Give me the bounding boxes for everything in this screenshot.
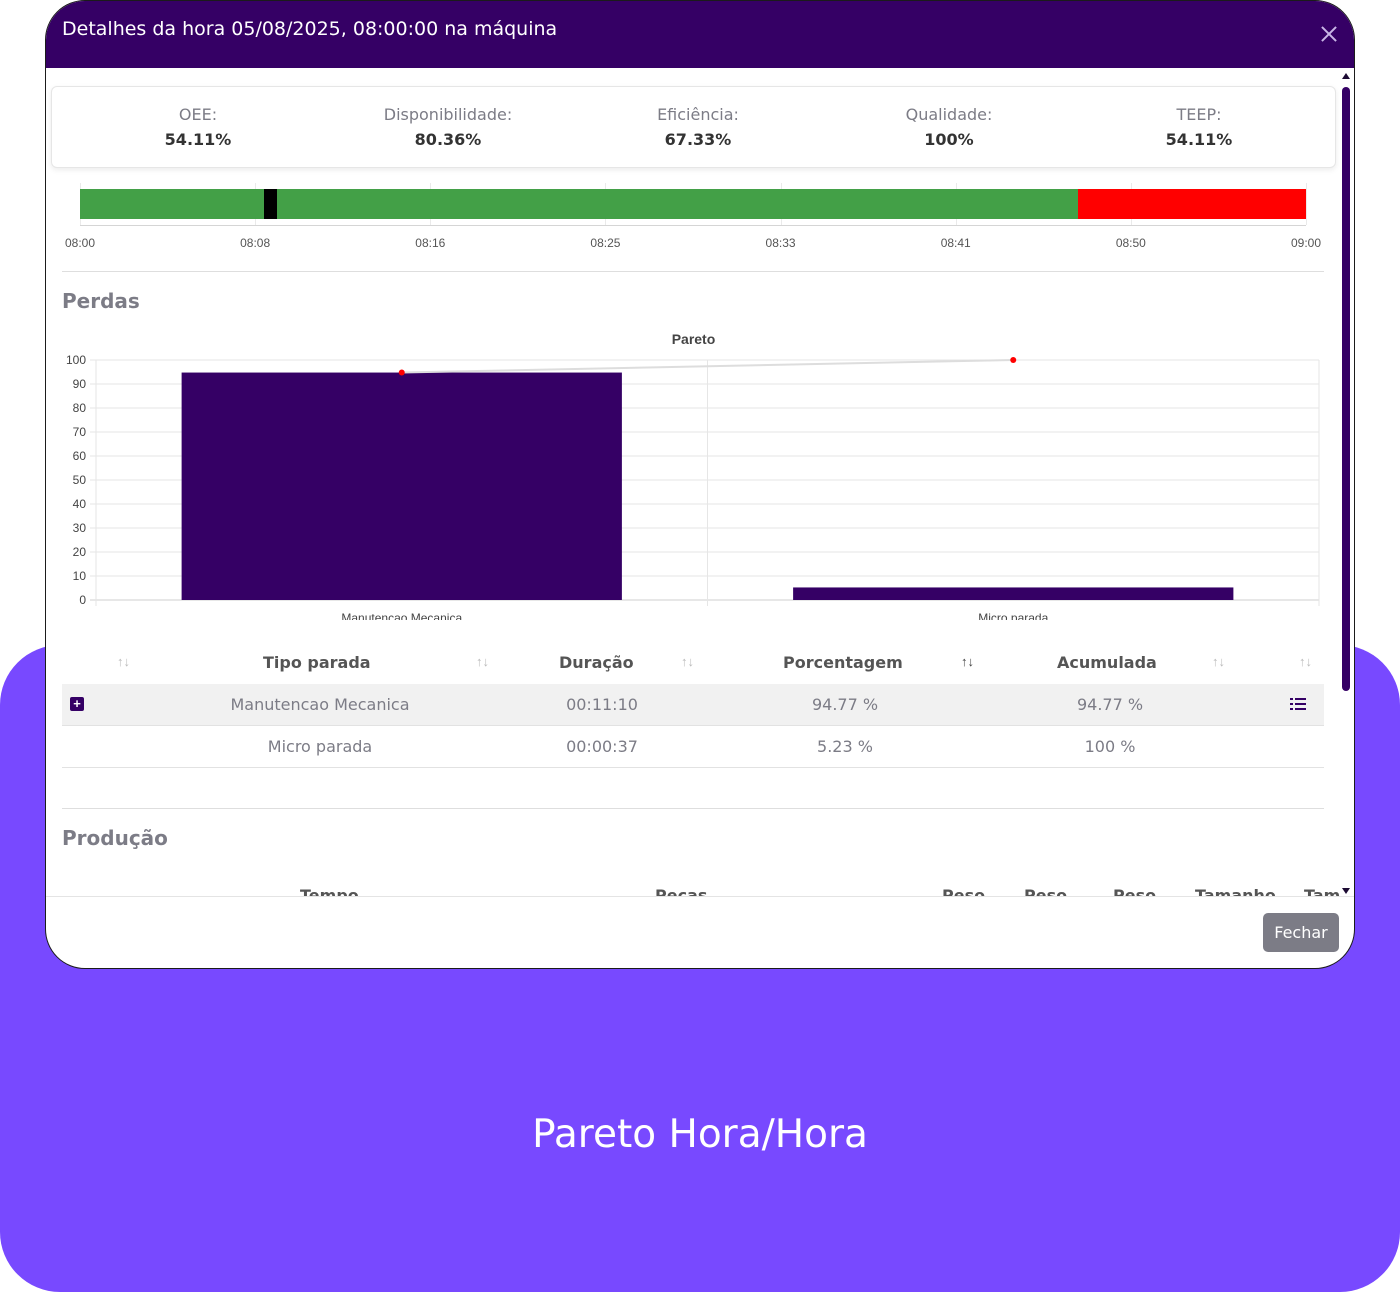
cell-duracao: 00:11:10: [566, 695, 638, 714]
timeline-tick-label: 08:25: [590, 236, 621, 250]
col-acumulada[interactable]: Acumulada: [1057, 653, 1157, 672]
hour-details-modal: Detalhes da hora 05/08/2025, 08:00:00 na…: [45, 0, 1355, 969]
state-timeline[interactable]: 08:00 08:08 08:16 08:25 08:33 08:41 08:50 09:00: [46, 183, 1336, 263]
y-tick-label: 80: [73, 401, 87, 415]
kpi-value: 100%: [924, 130, 974, 149]
y-tick-label: 0: [79, 593, 86, 607]
list-icon[interactable]: [1290, 697, 1306, 711]
kpi-label: Eficiência:: [657, 105, 739, 124]
kpi-label: Disponibilidade:: [383, 105, 513, 124]
divider: [62, 271, 1324, 272]
col-peso[interactable]: Peso: [942, 886, 985, 896]
timeline-tick-label: 08:41: [940, 236, 971, 250]
timeline-tick: [1306, 183, 1307, 225]
col-tamanho[interactable]: Tamanho: [1195, 886, 1276, 896]
kpi-disponibilidade: Disponibilidade: 80.36%: [348, 105, 548, 149]
bar-0: [181, 372, 622, 600]
x-tick-label: Micro parada: [978, 611, 1048, 620]
cell-porcentagem: 94.77 %: [811, 695, 879, 714]
col-peso[interactable]: Peso: [1113, 886, 1156, 896]
y-tick-label: 10: [73, 569, 87, 583]
x-tick-label: Manutencao Mecanica: [341, 611, 462, 620]
timeline-tick-label: 08:08: [240, 236, 271, 250]
col-tipo-parada[interactable]: Tipo parada: [263, 653, 371, 672]
kpi-card: OEE: 54.11% Disponibilidade: 80.36% Efic…: [51, 86, 1336, 168]
col-pecas[interactable]: Pecas: [655, 886, 707, 896]
modal-title: Detalhes da hora 05/08/2025, 08:00:00 na…: [62, 18, 558, 40]
sort-icon[interactable]: ↑↓: [681, 654, 694, 669]
table-row[interactable]: + Manutencao Mecanica 00:11:10 94.77 % 9…: [62, 684, 1324, 726]
table-header: ↑↓ Tipo parada ↑↓ Duração ↑↓ Porcentagem…: [62, 644, 1324, 682]
pareto-chart: 0 10 20 30 40 50 60 70 80 90 100 Manutencao Mecanic…: [66, 353, 1320, 620]
timeline-tick-label: 08:00: [64, 236, 96, 250]
kpi-qualidade: Qualidade: 100%: [849, 105, 1049, 149]
sort-icon[interactable]: ↑↓: [476, 654, 489, 669]
timeline-tick-label: 09:00: [1290, 236, 1322, 250]
timeline-axis: [80, 225, 1306, 226]
production-section-title: Produção: [62, 826, 168, 850]
timeline-segment-running[interactable]: [80, 189, 264, 219]
timeline-segment-down[interactable]: [1077, 189, 1306, 219]
timeline-tick-label: 08:50: [1115, 236, 1146, 250]
timeline-tick-label: 08:16: [415, 236, 446, 250]
kpi-value: 80.36%: [414, 130, 482, 149]
col-porcentagem[interactable]: Porcentagem: [783, 653, 903, 672]
y-tick-label: 60: [73, 449, 87, 463]
col-duracao[interactable]: Duração: [559, 653, 634, 672]
footer-divider: [46, 896, 1354, 897]
kpi-oee: OEE: 54.11%: [98, 105, 298, 149]
y-tick-label: 90: [73, 377, 87, 391]
modal-header: Detalhes da hora 05/08/2025, 08:00:00 na…: [46, 1, 1354, 68]
cell-duracao: 00:00:37: [566, 737, 638, 756]
sort-icon[interactable]: ↑↓: [1299, 654, 1312, 669]
kpi-value: 54.11%: [164, 130, 232, 149]
divider: [62, 808, 1324, 809]
table-row[interactable]: Micro parada 00:00:37 5.23 % 100 %: [62, 726, 1324, 768]
cumulative-point-0: [398, 369, 405, 376]
chart-title: Pareto: [671, 331, 716, 347]
timeline-segment-stop[interactable]: [263, 189, 278, 219]
sort-icon[interactable]: ↑↓: [117, 654, 130, 669]
col-tam[interactable]: Tam: [1304, 886, 1340, 896]
bar-1: [793, 587, 1234, 600]
losses-section-title: Perdas: [62, 289, 140, 313]
kpi-eficiencia: Eficiência: 67.33%: [598, 105, 798, 149]
cell-porcentagem: 5.23 %: [817, 737, 873, 756]
sort-desc-icon[interactable]: ↑↓: [961, 654, 974, 669]
scroll-up-icon[interactable]: [1342, 73, 1350, 79]
kpi-label: TEEP:: [1176, 105, 1222, 124]
cell-acumulada: 94.77 %: [1076, 695, 1144, 714]
cell-tipo: Micro parada: [267, 737, 373, 756]
scroll-thumb[interactable]: [1342, 87, 1350, 691]
cumulative-point-1: [1010, 357, 1017, 363]
cell-acumulada: 100 %: [1084, 737, 1136, 756]
col-tempo[interactable]: Tempo: [300, 886, 359, 896]
scroll-down-icon[interactable]: [1342, 888, 1350, 894]
cell-tipo: Manutencao Mecanica: [230, 695, 410, 714]
caption: Pareto Hora/Hora: [532, 1112, 868, 1157]
kpi-label: OEE:: [178, 105, 218, 124]
y-tick-label: 100: [66, 353, 86, 367]
scrollbar[interactable]: [1342, 71, 1350, 896]
timeline-segment-running[interactable]: [277, 189, 1078, 219]
close-icon[interactable]: [1316, 21, 1342, 47]
y-tick-label: 70: [73, 425, 87, 439]
y-tick-label: 50: [73, 473, 87, 487]
sort-icon[interactable]: ↑↓: [1212, 654, 1225, 669]
y-tick-label: 20: [73, 545, 87, 559]
y-tick-label: 30: [73, 521, 87, 535]
kpi-teep: TEEP: 54.11%: [1099, 105, 1299, 149]
timeline-tick-label: 08:33: [765, 236, 796, 250]
expand-icon[interactable]: +: [70, 697, 84, 711]
kpi-value: 67.33%: [664, 130, 732, 149]
y-tick-label: 40: [73, 497, 87, 511]
col-peso[interactable]: Peso: [1024, 886, 1067, 896]
kpi-label: Qualidade:: [905, 105, 993, 124]
modal-body[interactable]: OEE: 54.11% Disponibilidade: 80.36% Efic…: [46, 68, 1354, 896]
kpi-value: 54.11%: [1165, 130, 1233, 149]
close-button[interactable]: Fechar: [1263, 913, 1339, 952]
